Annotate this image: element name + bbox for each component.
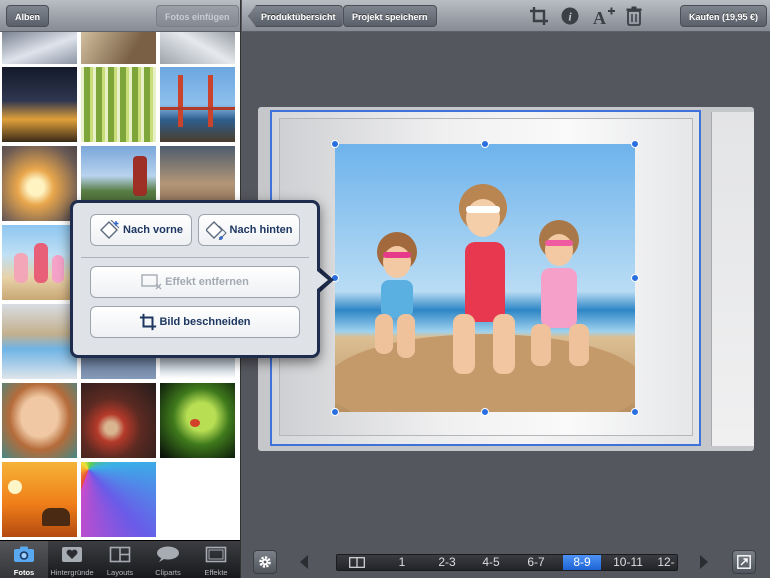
page-tab-6-7[interactable]: 6-7: [520, 555, 552, 570]
page-9[interactable]: [711, 112, 754, 446]
left-toolbar: Alben Fotos einfügen: [0, 0, 240, 32]
add-text-icon[interactable]: A: [592, 6, 616, 26]
resize-handle-top-left[interactable]: [331, 140, 339, 148]
remove-effect-icon: [141, 274, 162, 290]
resize-handle-top[interactable]: [481, 140, 489, 148]
photo-options-popover: Nach vorne Nach hinten Effekt entfernen …: [70, 200, 320, 358]
popover-arrow-inner: [316, 270, 328, 290]
page-tab-8-9[interactable]: 8-9: [563, 555, 601, 570]
crop-icon: [140, 313, 157, 331]
send-backward-button[interactable]: Nach hinten: [198, 214, 300, 246]
albums-button[interactable]: Alben: [6, 5, 50, 27]
page-tab-1[interactable]: 1: [389, 555, 415, 570]
settings-button[interactable]: [253, 550, 277, 574]
page-tab-4-5[interactable]: 4-5: [475, 555, 507, 570]
bring-forward-button[interactable]: Nach vorne: [90, 214, 192, 246]
photo-thumbnail[interactable]: [2, 304, 77, 379]
tab-backgrounds[interactable]: Hintergründe: [48, 541, 96, 578]
cover-page-icon[interactable]: [349, 557, 365, 568]
bring-forward-icon: [100, 219, 120, 240]
page-tab-10-11[interactable]: 10-11: [607, 555, 649, 570]
photo-thumbnail[interactable]: [2, 146, 77, 221]
photo-thumbnail[interactable]: [160, 67, 235, 142]
photo-thumbnail[interactable]: [81, 462, 156, 537]
expand-icon: [737, 555, 751, 569]
resize-handle-bottom[interactable]: [481, 408, 489, 416]
tab-layouts[interactable]: Layouts: [96, 541, 144, 578]
insert-photos-button[interactable]: Fotos einfügen: [156, 5, 239, 27]
heart-icon: [62, 547, 82, 562]
bottom-tab-bar: Fotos Hintergründe Layouts Cliparts Effe…: [0, 540, 240, 578]
tab-cliparts[interactable]: Cliparts: [144, 541, 192, 578]
product-overview-button[interactable]: Produktübersicht: [248, 5, 343, 27]
photo-thumbnail[interactable]: [81, 67, 156, 142]
remove-effect-label: Effekt entfernen: [165, 276, 249, 288]
crop-icon[interactable]: [529, 6, 549, 26]
svg-text:A: A: [593, 8, 606, 26]
photo-thumbnail[interactable]: [2, 383, 77, 458]
next-page-arrow[interactable]: [700, 555, 708, 569]
tab-photos[interactable]: Fotos: [0, 541, 48, 578]
tab-label: Fotos: [13, 568, 35, 577]
trash-icon[interactable]: [624, 6, 644, 26]
layout-icon: [109, 546, 131, 563]
buy-button[interactable]: Kaufen (19,95 €): [680, 5, 768, 27]
crop-image-button[interactable]: Bild beschneiden: [90, 306, 300, 338]
photo-thumbnail[interactable]: [2, 67, 77, 142]
resize-handle-top-right[interactable]: [631, 140, 639, 148]
photo-thumbnail[interactable]: [2, 462, 77, 537]
page-tab-2-3[interactable]: 2-3: [431, 555, 463, 570]
tab-label: Effekte: [204, 568, 228, 577]
photo-thumbnail[interactable]: [81, 383, 156, 458]
resize-handle-right[interactable]: [631, 274, 639, 282]
info-icon[interactable]: i: [560, 6, 580, 26]
save-project-button[interactable]: Projekt speichern: [343, 5, 437, 27]
send-backward-label: Nach hinten: [229, 224, 293, 236]
camera-icon: [14, 546, 34, 562]
frame-icon: [205, 546, 227, 563]
photo-thumbnail[interactable]: [2, 225, 77, 300]
gear-icon: [259, 556, 271, 568]
fullscreen-button[interactable]: [732, 550, 756, 574]
tab-label: Cliparts: [155, 568, 181, 577]
popover-divider: [81, 257, 309, 258]
remove-effect-button[interactable]: Effekt entfernen: [90, 266, 300, 298]
crop-image-label: Bild beschneiden: [159, 316, 251, 328]
page-navigator: 1 2-3 4-5 6-7 8-9 10-11 12-: [336, 554, 678, 571]
resize-handle-bottom-right[interactable]: [631, 408, 639, 416]
bring-forward-label: Nach vorne: [123, 224, 183, 236]
page-tab-12[interactable]: 12-: [653, 555, 677, 570]
tab-label: Hintergründe: [50, 568, 94, 577]
resize-handle-bottom-left[interactable]: [331, 408, 339, 416]
photo-thumbnail[interactable]: [160, 383, 235, 458]
send-backward-icon: [204, 221, 227, 241]
selected-photo[interactable]: [335, 144, 635, 412]
tab-effects[interactable]: Effekte: [192, 541, 240, 578]
tab-label: Layouts: [106, 568, 134, 577]
speech-bubble-icon: [157, 546, 179, 562]
top-toolbar: Produktübersicht Projekt speichern i A K…: [242, 0, 770, 32]
previous-page-arrow[interactable]: [300, 555, 308, 569]
